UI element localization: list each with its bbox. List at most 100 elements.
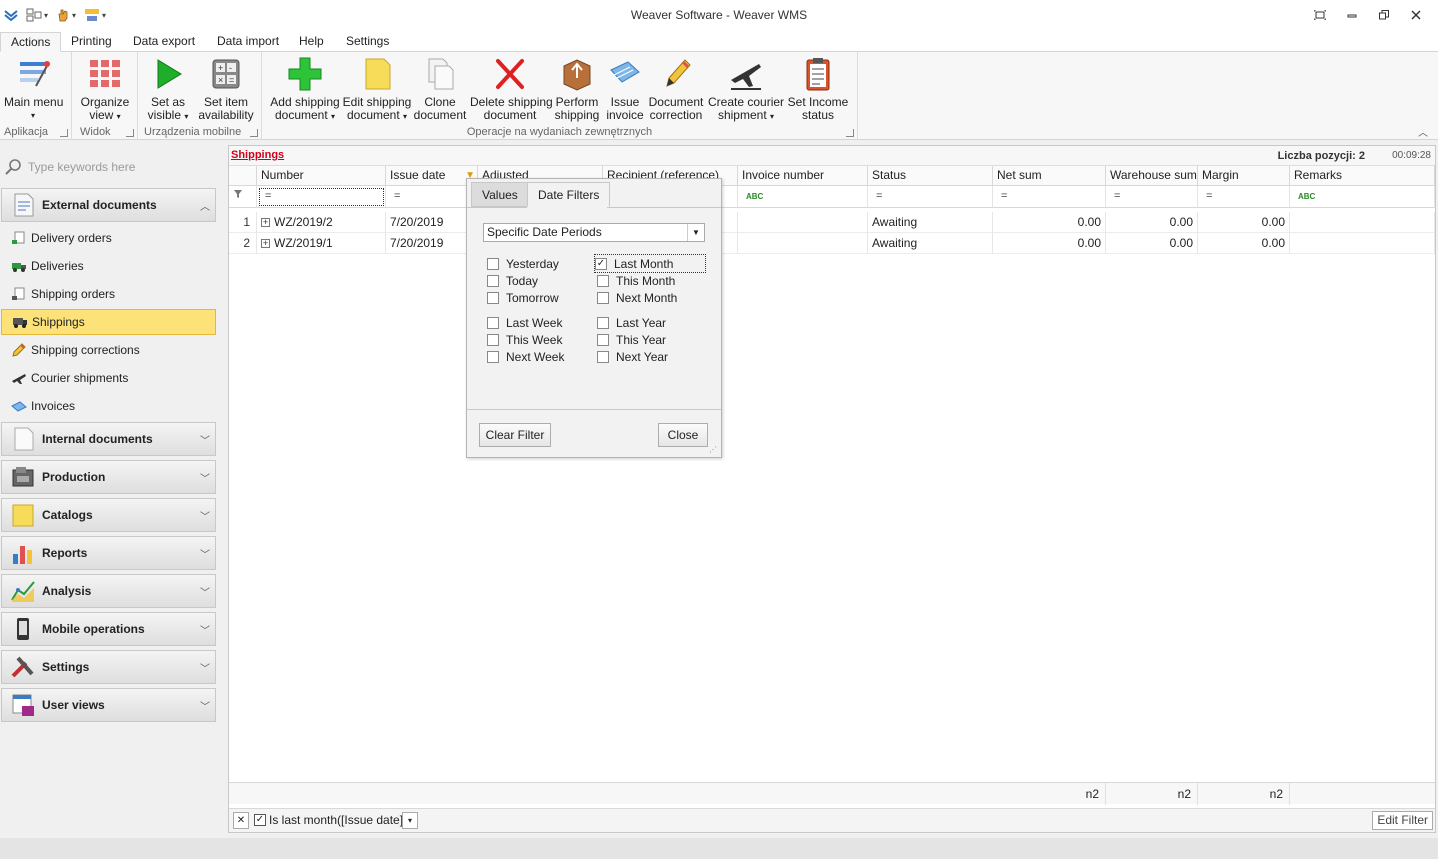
filter-net-sum[interactable]: =: [993, 186, 1106, 208]
expand-row-icon[interactable]: +: [261, 239, 270, 248]
group-launcher-icon[interactable]: [846, 129, 854, 137]
tab-data-import[interactable]: Data import: [207, 32, 289, 52]
cell-issue-date[interactable]: 7/20/2019: [386, 233, 478, 254]
minimize-icon[interactable]: [1336, 5, 1368, 25]
nav-item-shippings[interactable]: Shippings: [1, 309, 216, 335]
cell-remarks[interactable]: [1290, 233, 1435, 254]
nav-item-shipping-orders[interactable]: Shipping orders: [1, 281, 216, 307]
nav-group-user-views[interactable]: User views ﹀: [1, 688, 216, 722]
tab-actions[interactable]: Actions: [0, 32, 62, 52]
document-correction-button[interactable]: Document correction: [648, 56, 704, 122]
nav-group-mobile-operations[interactable]: Mobile operations ﹀: [1, 612, 216, 646]
filter-number[interactable]: =: [257, 186, 386, 208]
filter-expression[interactable]: Is last month([Issue date]): [269, 813, 407, 827]
add-shipping-button[interactable]: Add shipping document ▾: [270, 56, 340, 123]
search-box[interactable]: Type keywords here: [4, 156, 216, 178]
checkbox[interactable]: [487, 333, 499, 346]
column-header-invoice-number[interactable]: Invoice number: [738, 166, 868, 186]
checkbox[interactable]: [597, 274, 609, 287]
group-launcher-icon[interactable]: [60, 129, 68, 137]
popup-tab-date-filters[interactable]: Date Filters: [527, 182, 611, 207]
filter-issue-date[interactable]: =: [386, 186, 478, 208]
option-last-week[interactable]: Last Week: [487, 314, 562, 331]
group-launcher-icon[interactable]: [126, 129, 134, 137]
cell-margin[interactable]: 0.00: [1198, 233, 1290, 254]
nav-group-external-documents[interactable]: External documents ︿: [1, 188, 216, 222]
filter-margin[interactable]: =: [1198, 186, 1290, 208]
restore-icon[interactable]: [1368, 5, 1400, 25]
column-header-margin[interactable]: Margin: [1198, 166, 1290, 186]
column-header-status[interactable]: Status: [868, 166, 993, 186]
perform-shipping-button[interactable]: Perform shipping: [552, 56, 602, 122]
nav-group-reports[interactable]: Reports ﹀: [1, 536, 216, 570]
checkbox[interactable]: [597, 291, 609, 304]
option-tomorrow[interactable]: Tomorrow: [487, 289, 559, 306]
clear-filter-icon[interactable]: ✕: [233, 812, 249, 829]
create-courier-shipment-button[interactable]: Create courier shipment ▾: [708, 56, 784, 123]
tab-printing[interactable]: Printing: [61, 32, 122, 52]
filter-history-dropdown[interactable]: ▾: [402, 812, 418, 829]
expand-row-icon[interactable]: +: [261, 218, 270, 227]
column-header-warehouse-sum[interactable]: Warehouse sum: [1106, 166, 1198, 186]
popup-tab-values[interactable]: Values: [471, 182, 529, 207]
group-launcher-icon[interactable]: [250, 129, 258, 137]
checkbox[interactable]: [597, 350, 609, 363]
filter-invoice-number[interactable]: ABC: [738, 186, 868, 208]
clone-document-button[interactable]: Clone document: [412, 56, 468, 122]
delete-shipping-button[interactable]: Delete shipping document: [470, 56, 553, 122]
option-today[interactable]: Today: [487, 272, 538, 289]
edit-filter-button[interactable]: Edit Filter: [1372, 811, 1433, 830]
filter-warehouse-sum[interactable]: =: [1106, 186, 1198, 208]
option-next-month[interactable]: Next Month: [597, 289, 677, 306]
collapse-ribbon-icon[interactable]: ︿: [1418, 124, 1428, 139]
checkbox[interactable]: [487, 257, 499, 270]
nav-item-courier-shipments[interactable]: Courier shipments: [1, 365, 216, 391]
nav-group-analysis[interactable]: Analysis ﹀: [1, 574, 216, 608]
filter-enabled-checkbox[interactable]: ✓: [254, 814, 266, 826]
cell-invoice-number[interactable]: [738, 233, 868, 254]
cell-number[interactable]: + WZ/2019/1: [257, 233, 386, 254]
option-this-week[interactable]: This Week: [487, 331, 562, 348]
column-header-issue-date[interactable]: Issue date ▼: [386, 166, 478, 186]
option-this-year[interactable]: This Year: [597, 331, 666, 348]
close-icon[interactable]: [1400, 5, 1432, 25]
checkbox[interactable]: [487, 274, 499, 287]
issue-invoice-button[interactable]: Issue invoice: [604, 56, 646, 122]
filter-status[interactable]: =: [868, 186, 993, 208]
cell-number[interactable]: + WZ/2019/2: [257, 212, 386, 233]
option-next-week[interactable]: Next Week: [487, 348, 564, 365]
tab-settings[interactable]: Settings: [336, 32, 399, 52]
edit-shipping-button[interactable]: Edit shipping document ▾: [342, 56, 412, 123]
nav-group-catalogs[interactable]: Catalogs ﹀: [1, 498, 216, 532]
column-header-number[interactable]: Number: [257, 166, 386, 186]
option-next-year[interactable]: Next Year: [597, 348, 668, 365]
chevron-down-icon[interactable]: ▼: [687, 224, 704, 241]
column-header-net-sum[interactable]: Net sum: [993, 166, 1106, 186]
cell-warehouse-sum[interactable]: 0.00: [1106, 233, 1198, 254]
checkbox[interactable]: [487, 291, 499, 304]
column-header-remarks[interactable]: Remarks: [1290, 166, 1435, 186]
nav-group-settings[interactable]: Settings ﹀: [1, 650, 216, 684]
cell-net-sum[interactable]: 0.00: [993, 212, 1106, 233]
fullscreen-icon[interactable]: [1304, 5, 1336, 25]
cell-warehouse-sum[interactable]: 0.00: [1106, 212, 1198, 233]
cell-margin[interactable]: 0.00: [1198, 212, 1290, 233]
close-button[interactable]: Close: [658, 423, 708, 447]
checkbox[interactable]: [597, 333, 609, 346]
option-yesterday[interactable]: Yesterday: [487, 255, 559, 272]
checkbox-checked[interactable]: ✓: [595, 257, 607, 270]
nav-item-invoices[interactable]: Invoices: [1, 393, 216, 419]
organize-view-button[interactable]: Organize view ▾: [76, 56, 134, 123]
checkbox[interactable]: [597, 316, 609, 329]
filter-remarks[interactable]: ABC: [1290, 186, 1435, 208]
nav-group-production[interactable]: Production ﹀: [1, 460, 216, 494]
resize-grip-icon[interactable]: ⋰: [709, 445, 719, 455]
search-input[interactable]: Type keywords here: [28, 160, 135, 174]
tab-data-export[interactable]: Data export: [123, 32, 205, 52]
set-visible-button[interactable]: Set as visible ▾: [144, 56, 192, 123]
date-period-select[interactable]: Specific Date Periods ▼: [483, 223, 705, 242]
nav-item-shipping-corrections[interactable]: Shipping corrections: [1, 337, 216, 363]
cell-remarks[interactable]: [1290, 212, 1435, 233]
option-last-year[interactable]: Last Year: [597, 314, 666, 331]
cell-status[interactable]: Awaiting: [868, 233, 993, 254]
